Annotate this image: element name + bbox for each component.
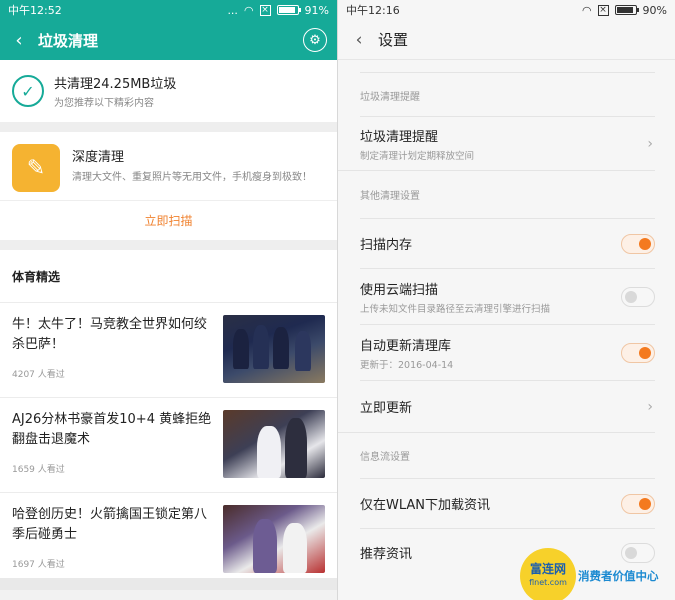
news-title: 哈登创历史！火箭擒国王锁定第八 季后碰勇士: [12, 507, 208, 542]
battery-icon: [276, 5, 301, 15]
scan-now-button[interactable]: 立即扫描: [0, 200, 337, 240]
scan-memory-toggle[interactable]: [621, 233, 655, 254]
news-views: 4207 人看过: [12, 370, 65, 380]
page-title: 垃圾清理: [38, 31, 99, 50]
clean-result-sub: 为您推荐以下精彩内容: [54, 98, 154, 109]
sim-icon: ×: [597, 4, 609, 16]
wlan-only-label: 仅在WLAN下加载资讯: [360, 498, 491, 513]
reminder-label: 垃圾清理提醒: [360, 129, 439, 145]
status-time: 中午12:52: [8, 4, 62, 17]
deep-clean-title: 深度清理: [72, 150, 125, 165]
chevron-right-icon: ›: [647, 398, 653, 415]
group-header: 垃圾清理提醒: [360, 91, 420, 103]
battery-percent: 90%: [642, 3, 667, 17]
reminder-row[interactable]: 垃圾清理提醒 制定清理计划定期释放空间 ›: [360, 116, 655, 170]
update-now-label: 立即更新: [360, 401, 413, 416]
news-thumbnail: [223, 315, 325, 383]
clean-summary: ✓ 共清理24.25MB垃圾 为您推荐以下精彩内容: [0, 60, 337, 122]
recommend-label: 推荐资讯: [360, 547, 413, 562]
divider: [0, 122, 337, 132]
auto-update-desc: 更新于：2016-04-14: [360, 359, 454, 371]
auto-update-toggle[interactable]: [621, 342, 655, 363]
cloud-scan-desc: 上传未知文件目录路径至云清理引擎进行扫描: [360, 303, 551, 315]
battery-icon: [614, 5, 639, 15]
divider: [0, 578, 337, 590]
watermark-logo: 富连网 flnet.com: [520, 548, 576, 600]
news-views: 1659 人看过: [12, 465, 65, 475]
cleaner-screen: 中午12:52 ... ◠ × 91% ‹ 垃圾清理 ⚙ ✓ 共清理24.25M…: [0, 0, 337, 600]
broom-icon: ✎: [12, 144, 60, 192]
news-item[interactable]: 牛！太牛了！马竞教全世界如何绞杀巴萨！ 4207 人看过: [0, 302, 337, 397]
news-thumbnail: [223, 410, 325, 478]
page-title: 设置: [378, 31, 409, 49]
wlan-only-row[interactable]: 仅在WLAN下加载资讯: [360, 478, 655, 528]
news-title: AJ26分林书豪首发10+4 黄蜂拒绝翻盘击退魔术: [12, 412, 212, 447]
check-icon: ✓: [12, 75, 44, 107]
section-title: 体育精选: [12, 269, 61, 284]
news-title: 牛！太牛了！马竞教全世界如何绞杀巴萨！: [12, 317, 208, 352]
deep-clean-card: ✎ 深度清理 清理大文件、重复照片等无用文件，手机瘦身到极致！ 立即扫描: [0, 132, 337, 240]
auto-update-row[interactable]: 自动更新清理库 更新于：2016-04-14: [360, 324, 655, 380]
deep-clean-desc: 清理大文件、重复照片等无用文件，手机瘦身到极致！: [72, 172, 312, 183]
news-views: 1697 人看过: [12, 560, 65, 570]
wlan-only-toggle[interactable]: [621, 493, 655, 514]
news-item[interactable]: 哈登创历史！火箭擒国王锁定第八 季后碰勇士 1697 人看过: [0, 492, 337, 587]
auto-update-label: 自动更新清理库: [360, 338, 452, 354]
battery-percent: 91%: [304, 3, 329, 17]
group-header: 其他清理设置: [338, 170, 655, 218]
chevron-right-icon: ›: [647, 135, 653, 152]
title-bar: ‹ 垃圾清理 ⚙: [0, 20, 337, 60]
news-thumbnail: [223, 505, 325, 573]
sports-feed: 体育精选 牛！太牛了！马竞教全世界如何绞杀巴萨！ 4207 人看过 AJ26分林…: [0, 250, 337, 590]
watermark: 富连网 flnet.com 消费者价值中心: [520, 548, 659, 600]
group-header: 信息流设置: [338, 432, 655, 478]
cloud-scan-row[interactable]: 使用云端扫描 上传未知文件目录路径至云清理引擎进行扫描: [360, 268, 655, 324]
update-now-row[interactable]: 立即更新 ›: [360, 380, 655, 432]
notification-dots: ...: [227, 3, 238, 17]
scan-memory-label: 扫描内存: [360, 238, 413, 253]
status-bar: 中午12:52 ... ◠ × 91%: [0, 0, 337, 20]
title-bar: ‹ 设置: [338, 20, 675, 60]
wifi-icon: ◠: [243, 3, 254, 17]
status-time: 中午12:16: [346, 4, 400, 17]
back-icon[interactable]: ‹: [10, 30, 28, 51]
cloud-scan-label: 使用云端扫描: [360, 282, 439, 298]
clean-result: 共清理24.25MB垃圾: [54, 77, 177, 92]
cloud-scan-toggle[interactable]: [621, 286, 655, 307]
news-item[interactable]: AJ26分林书豪首发10+4 黄蜂拒绝翻盘击退魔术 1659 人看过: [0, 397, 337, 492]
scan-memory-row[interactable]: 扫描内存: [360, 218, 655, 268]
status-bar: 中午12:16 ◠ × 90%: [338, 0, 675, 20]
sim-icon: ×: [259, 4, 271, 16]
divider: [0, 240, 337, 250]
settings-icon[interactable]: ⚙: [303, 28, 327, 52]
back-icon[interactable]: ‹: [350, 30, 368, 50]
reminder-desc: 制定清理计划定期释放空间: [360, 150, 475, 162]
watermark-slogan: 消费者价值中心: [578, 569, 659, 583]
settings-screen: 中午12:16 ◠ × 90% ‹ 设置 垃圾清理提醒 垃圾清理提醒 制定清理计…: [338, 0, 675, 600]
wifi-icon: ◠: [581, 3, 592, 17]
